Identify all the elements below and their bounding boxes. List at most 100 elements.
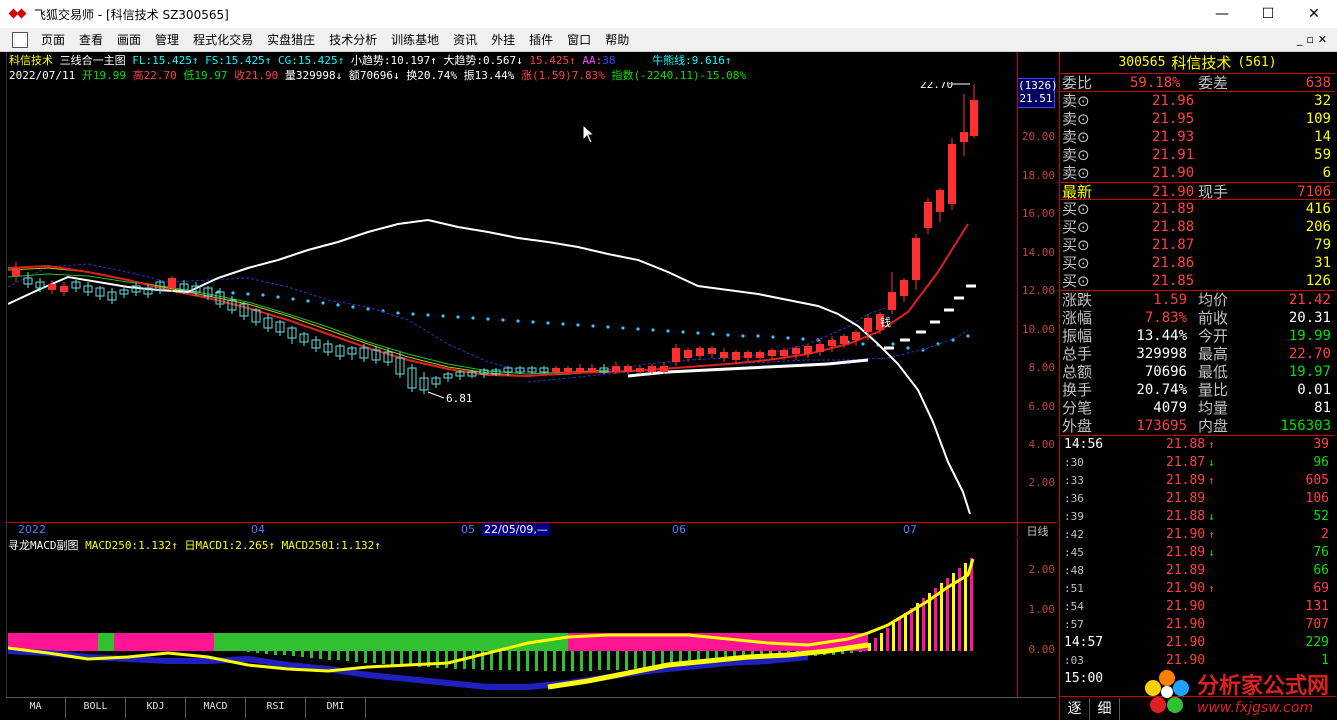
candle <box>83 282 93 296</box>
sell-label: 卖⊙ <box>1062 110 1090 128</box>
buy-price: 21.87 <box>1152 237 1195 253</box>
sell-volume: 32 <box>1314 93 1331 109</box>
sell-label: 卖⊙ <box>1062 128 1090 146</box>
macd-histogram-bar <box>364 651 367 663</box>
macd-histogram-bar <box>337 651 340 660</box>
candle <box>12 262 20 282</box>
sell-price: 21.93 <box>1152 129 1195 145</box>
tab-detail[interactable]: 细 <box>1090 697 1120 720</box>
candle <box>335 344 345 360</box>
stock-stats: 涨跌 1.59 均价 21.42 涨幅 7.83% 前收 20.31 振幅 13.44% 今开 19.… <box>1060 290 1335 435</box>
stock-header: 300565 科信技术 (561) <box>1060 52 1335 74</box>
macd-histogram-bar <box>247 651 250 652</box>
flower-logo-icon <box>1144 670 1189 713</box>
candle <box>936 188 944 222</box>
tab-rsi[interactable]: RSI <box>246 698 306 718</box>
buy-volume: 126 <box>1305 273 1331 289</box>
sell-orders: 卖⊙ 21.96 32 卖⊙ 21.95 109 卖⊙ 21.93 14 卖⊙ 21.91 59 卖⊙ 2… <box>1060 92 1335 182</box>
menu-item-screen[interactable]: 画面 <box>110 31 148 48</box>
macd-histogram-bar <box>904 613 907 651</box>
mdi-minimize-button[interactable]: _ <box>1297 33 1303 46</box>
macd-histogram-bar <box>355 651 358 662</box>
macd-histogram-bar <box>535 651 538 671</box>
sell-order-row: 卖⊙ 21.93 14 <box>1060 128 1335 146</box>
macd-histogram-bar <box>283 651 286 655</box>
menu-item-plugin-ext[interactable]: 外挂 <box>484 31 522 48</box>
tab-dmi[interactable]: DMI <box>306 698 366 718</box>
date-axis: 2022 04 05 22/05/09,— 06 07 <box>6 522 1017 536</box>
sell-volume: 14 <box>1314 129 1331 145</box>
indicator-tab-bar: MA BOLL KDJ MACD RSI DMI <box>6 697 1056 719</box>
title-bar: 飞狐交易师 - [科信技术 SZ300565] — ☐ ✕ <box>0 0 1337 28</box>
trade-row: :45 21.89 ↓ 76 <box>1064 545 1329 560</box>
sell-label: 卖⊙ <box>1062 146 1090 164</box>
tab-kdj[interactable]: KDJ <box>126 698 186 718</box>
document-icon[interactable] <box>12 31 28 48</box>
menu-item-manage[interactable]: 管理 <box>148 31 186 48</box>
menu-item-page[interactable]: 页面 <box>34 31 72 48</box>
sell-order-row: 卖⊙ 21.90 6 <box>1060 164 1335 182</box>
candlestick-chart[interactable]: 22.70 6.81 钱 <box>8 82 1016 522</box>
candle <box>383 348 393 366</box>
macd-histogram-bar <box>625 651 628 670</box>
candle <box>744 350 752 362</box>
macd-chart[interactable] <box>8 553 1016 696</box>
minimize-button[interactable]: — <box>1199 0 1245 28</box>
macd-histogram-bar <box>598 651 601 670</box>
macd-histogram-bar <box>874 638 877 651</box>
macd-histogram-bar <box>910 608 913 651</box>
close-button[interactable]: ✕ <box>1291 0 1337 28</box>
candle <box>95 286 105 300</box>
mouse-cursor-icon <box>582 124 596 144</box>
mdi-close-button[interactable]: ✕ <box>1318 33 1327 46</box>
tab-macd[interactable]: MACD <box>186 698 246 718</box>
menu-item-hunt[interactable]: 实盘猎庄 <box>260 31 322 48</box>
tab-tick-detail[interactable]: 逐 <box>1060 697 1090 720</box>
price-stats-line: 2022/07/11 开19.99 高22.70 低19.97 收21.90 量… <box>9 69 747 82</box>
period-label[interactable]: 日线 <box>1017 522 1057 538</box>
macd-histogram-bar <box>589 651 592 671</box>
menu-item-help[interactable]: 帮助 <box>598 31 636 48</box>
macd-histogram-bar <box>472 651 475 669</box>
mdi-restore-button[interactable]: ▫ <box>1306 33 1313 46</box>
candle <box>636 366 644 374</box>
macd-histogram-bar <box>499 651 502 670</box>
macd-magenta-block <box>114 633 214 651</box>
candle <box>816 340 824 356</box>
menu-item-training[interactable]: 训练基地 <box>384 31 446 48</box>
trade-row: :39 21.88 ↓ 52 <box>1064 509 1329 524</box>
maximize-button[interactable]: ☐ <box>1245 0 1291 28</box>
tab-ma[interactable]: MA <box>6 698 66 718</box>
menu-item-window[interactable]: 窗口 <box>560 31 598 48</box>
menu-item-plugins[interactable]: 插件 <box>522 31 560 48</box>
candle <box>263 314 273 332</box>
candle <box>970 84 978 138</box>
macd-histogram-bar <box>274 651 277 655</box>
macd-histogram-bar <box>400 651 403 665</box>
macd-histogram-bar <box>643 651 646 669</box>
big-trend-white-line <box>8 218 971 515</box>
stat-row: 总手 329998 最高 22.70 <box>1062 345 1331 363</box>
sell-order-row: 卖⊙ 21.95 109 <box>1060 110 1335 128</box>
buy-volume: 79 <box>1314 237 1331 253</box>
buy-orders: 买⊙ 21.89 416 买⊙ 21.88 206 买⊙ 21.87 79 买⊙ 21.86 31 买⊙… <box>1060 200 1335 290</box>
macd-histogram-bar <box>319 651 322 659</box>
tab-boll[interactable]: BOLL <box>66 698 126 718</box>
menu-item-program-trade[interactable]: 程式化交易 <box>186 31 260 48</box>
candle <box>239 302 249 320</box>
buy-price: 21.86 <box>1152 255 1195 271</box>
macd-histogram-bar <box>310 651 313 658</box>
trade-row: :57 21.90 707 <box>1064 617 1329 632</box>
macd-histogram-bar <box>892 623 895 651</box>
buy-price: 21.89 <box>1152 201 1195 217</box>
window-title: 飞狐交易师 - [科信技术 SZ300565] <box>34 7 229 22</box>
ma-red-line <box>8 223 969 378</box>
menu-item-tech-analysis[interactable]: 技术分析 <box>322 31 384 48</box>
trade-row: :33 21.89 ↑ 605 <box>1064 473 1329 488</box>
menu-item-view[interactable]: 查看 <box>72 31 110 48</box>
macd-histogram-bar <box>292 651 295 656</box>
money-signal-label: 钱 <box>880 315 891 329</box>
buy-label: 买⊙ <box>1062 254 1090 272</box>
buy-order-row: 买⊙ 21.86 31 <box>1060 254 1335 272</box>
menu-item-info[interactable]: 资讯 <box>446 31 484 48</box>
